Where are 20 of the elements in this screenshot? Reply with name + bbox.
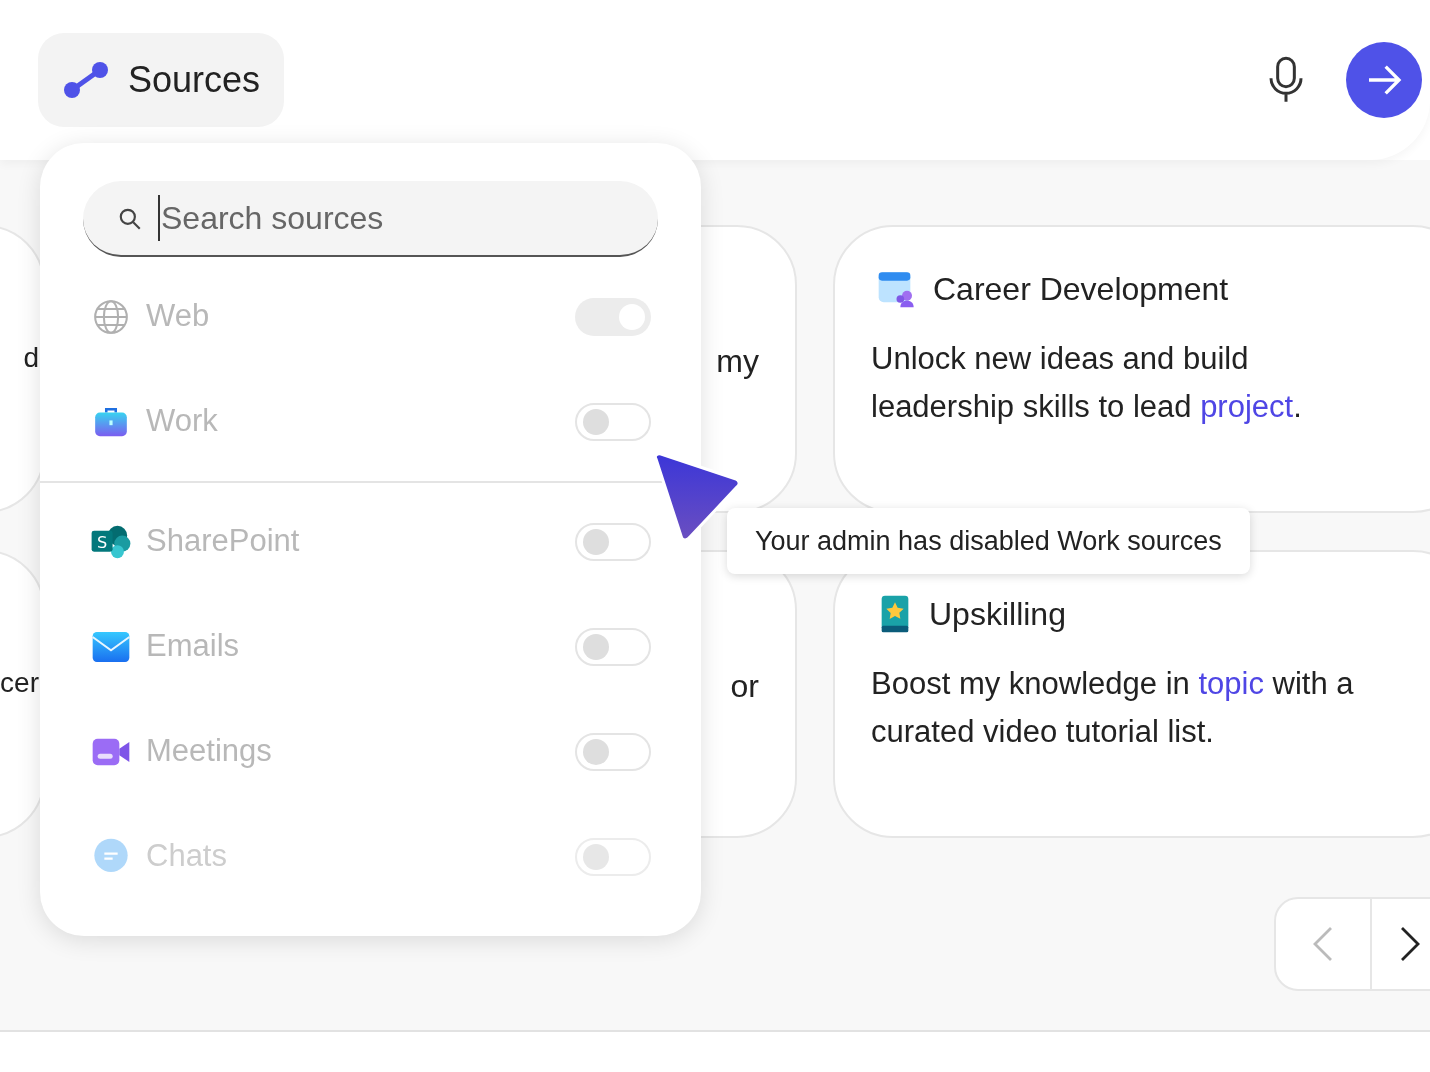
card-text: cer [0,666,39,700]
connected-dots-icon [62,60,110,100]
envelope-icon [91,629,131,664]
tooltip: Your admin has disabled Work sources [727,508,1250,574]
text-cursor [158,195,160,241]
search-field[interactable]: Search sources [83,181,658,257]
prompt-card[interactable]: Upskilling Boost my knowledge in topic with a curated video tutorial list. [833,550,1430,838]
card-text: my [716,342,759,377]
card-text: or [730,667,759,702]
globe-icon [92,297,130,336]
card-description: Unlock new ideas and build leadership skills to lead project. [871,340,1303,426]
card-description: Boost my knowledge in topic with a curated video tutorial list. [871,665,1355,751]
card-title: Upskilling [929,595,1066,634]
search-icon [117,206,143,232]
card-title: Career Development [933,270,1229,309]
chevron-right-icon [1398,926,1422,962]
prompt-card[interactable]: Career Development Unlock new ideas and build leadership skills to lead project. [833,225,1430,513]
card-text: d [23,341,39,375]
sources-button[interactable]: Sources [38,33,285,127]
chevron-left-icon [1311,926,1335,962]
